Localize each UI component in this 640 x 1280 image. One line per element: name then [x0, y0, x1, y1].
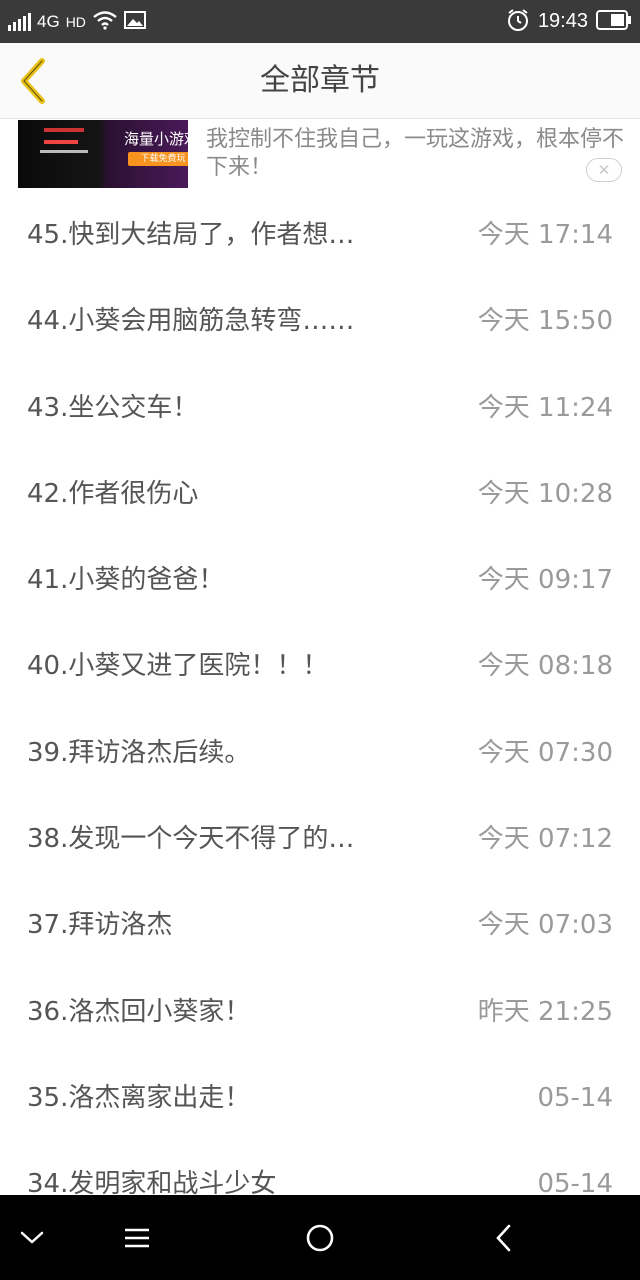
chapter-time: 05-14 — [537, 1082, 613, 1113]
chapter-time: 今天 08:18 — [477, 651, 613, 682]
chapter-title: 42.作者很伤心 — [27, 478, 199, 509]
chapter-row[interactable]: 44.小葵会用脑筋急转弯…… 今天 15:50 — [0, 278, 640, 364]
back-icon — [496, 1224, 511, 1251]
wifi-icon — [92, 10, 118, 34]
chapter-row[interactable]: 37.拜访洛杰 今天 07:03 — [0, 882, 640, 968]
ad-banner[interactable]: 海量小游戏 下载免费玩 我控制不住我自己，一玩这游戏，根本停不下来！ — [0, 120, 640, 192]
chapter-list: 45.快到大结局了，作者想… 今天 17:14 44.小葵会用脑筋急转弯…… 今天 … — [0, 192, 640, 1228]
ad-text: 我控制不住我自己，一玩这游戏，根本停不下来！ — [206, 127, 625, 180]
chapter-row[interactable]: 38.发现一个今天不得了的… 今天 07:12 — [0, 796, 640, 882]
ad-image[interactable]: 海量小游戏 下载免费玩 — [18, 120, 188, 188]
chapter-row[interactable]: 35.洛杰离家出走！ 05-14 — [0, 1055, 640, 1141]
image-icon — [123, 10, 146, 34]
battery-icon — [596, 9, 632, 35]
status-bar: 4G HD 19:43 — [0, 0, 640, 43]
network-type: 4G — [37, 11, 60, 31]
chapter-title: 43.坐公交车！ — [27, 392, 199, 423]
chapter-row[interactable]: 41.小葵的爸爸！ 今天 09:17 — [0, 537, 640, 623]
chapter-row[interactable]: 45.快到大结局了，作者想… 今天 17:14 — [0, 192, 640, 278]
chapter-row[interactable]: 39.拜访洛杰后续。 今天 07:30 — [0, 710, 640, 796]
home-button[interactable] — [280, 1195, 360, 1280]
chapter-time: 今天 15:50 — [477, 306, 613, 337]
chapter-title: 45.快到大结局了，作者想… — [27, 220, 355, 250]
chapter-row[interactable]: 42.作者很伤心 今天 10:28 — [0, 451, 640, 537]
signal-icon — [8, 12, 31, 31]
status-left: 4G HD — [8, 0, 146, 43]
chapter-title: 40.小葵又进了医院！！！ — [27, 651, 329, 682]
chapter-title: 44.小葵会用脑筋急转弯…… — [27, 306, 355, 337]
chapter-title: 36.洛杰回小葵家！ — [27, 996, 251, 1027]
chapter-row[interactable]: 40.小葵又进了医院！！！ 今天 08:18 — [0, 623, 640, 709]
chapter-title: 41.小葵的爸爸！ — [27, 565, 225, 596]
clock-time: 19:43 — [537, 10, 588, 32]
chevron-down-icon — [20, 1231, 44, 1244]
system-back-button[interactable] — [464, 1195, 544, 1280]
chapter-time: 今天 09:17 — [477, 565, 613, 596]
status-right: 19:43 — [506, 0, 632, 43]
title-bar: 全部章节 — [0, 43, 640, 119]
chapter-time: 今天 07:12 — [477, 824, 613, 855]
chapter-time: 今天 10:28 — [477, 478, 613, 509]
collapse-button[interactable] — [0, 1195, 72, 1280]
chapter-time: 今天 07:03 — [477, 910, 613, 941]
menu-icon — [125, 1228, 149, 1247]
chapter-title: 35.洛杰离家出走！ — [27, 1082, 251, 1113]
chapter-row[interactable]: 43.坐公交车！ 今天 11:24 — [0, 365, 640, 451]
chapter-row[interactable]: 36.洛杰回小葵家！ 昨天 21:25 — [0, 969, 640, 1055]
ad-close-button[interactable]: ✕ — [586, 158, 622, 182]
menu-button[interactable] — [97, 1195, 177, 1280]
ad-image-title: 海量小游戏 — [124, 130, 188, 148]
chapter-time: 今天 17:14 — [477, 220, 613, 250]
chapter-time: 今天 11:24 — [477, 392, 613, 423]
ad-image-button: 下载免费玩 — [128, 152, 188, 166]
navigation-bar — [0, 1195, 640, 1280]
chapter-title: 37.拜访洛杰 — [27, 910, 173, 941]
close-icon: ✕ — [597, 161, 611, 179]
home-circle-icon — [306, 1224, 334, 1251]
chapter-title: 38.发现一个今天不得了的… — [27, 824, 355, 855]
hd-indicator: HD — [65, 13, 86, 30]
chapter-time: 今天 07:30 — [477, 737, 613, 768]
chapter-time: 昨天 21:25 — [477, 996, 613, 1027]
page-title: 全部章节 — [260, 63, 380, 98]
chapter-title: 39.拜访洛杰后续。 — [27, 737, 251, 768]
alarm-icon — [506, 8, 530, 36]
